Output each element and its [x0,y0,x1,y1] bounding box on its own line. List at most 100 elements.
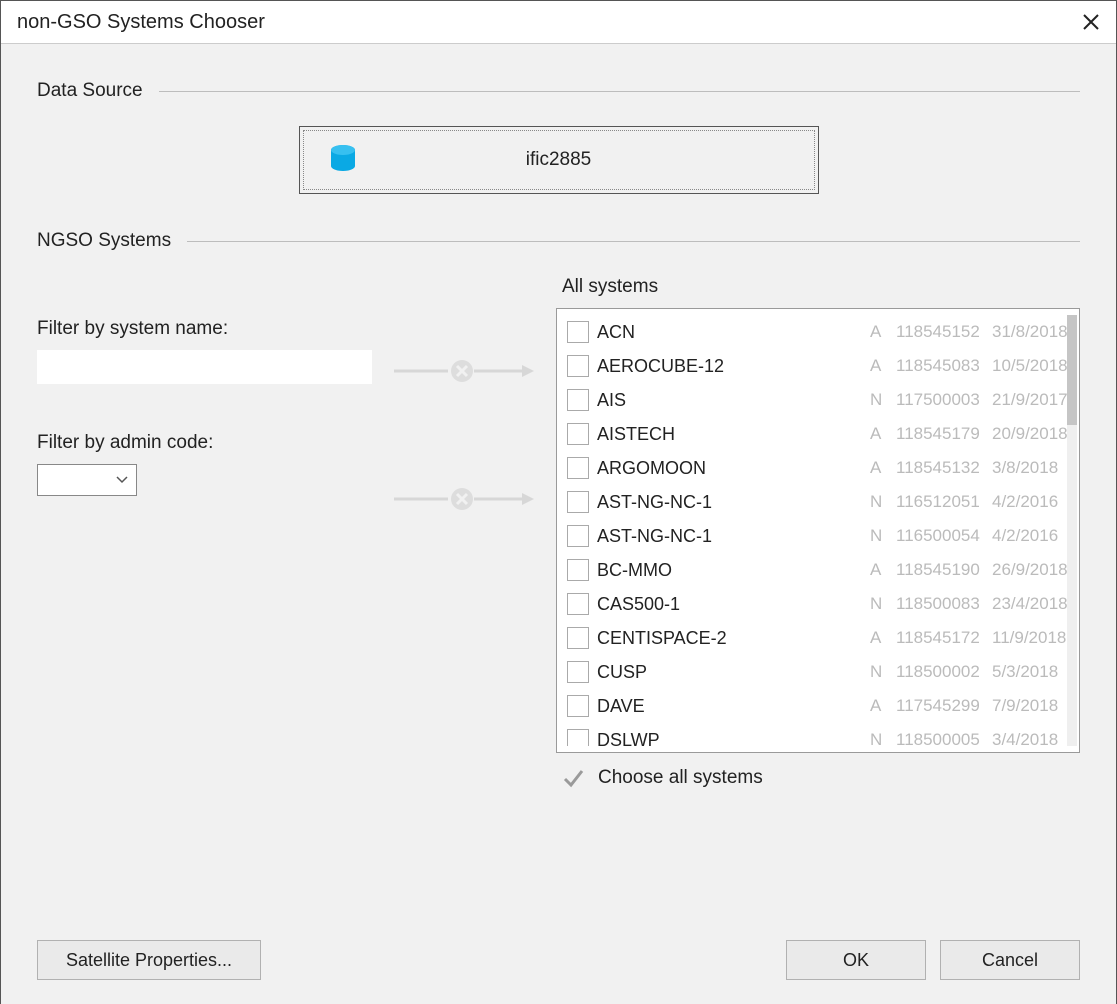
list-item[interactable]: AEROCUBE-12A11854508310/5/2018 [567,349,1078,383]
system-code: N [870,390,896,410]
checkbox[interactable] [567,423,589,445]
system-id: 116500054 [896,526,992,546]
checkbox[interactable] [567,695,589,717]
list-item[interactable]: ACNA11854515231/8/2018 [567,315,1078,349]
checkbox[interactable] [567,525,589,547]
list-item[interactable]: AISN11750000321/9/2017 [567,383,1078,417]
system-code: N [870,526,896,546]
checkbox[interactable] [567,593,589,615]
system-id: 118545083 [896,356,992,376]
checkbox[interactable] [567,559,589,581]
system-id: 118545132 [896,458,992,478]
checkbox[interactable] [567,491,589,513]
scrollbar-thumb[interactable] [1067,315,1077,425]
system-date: 3/4/2018 [992,730,1078,746]
window-title: non-GSO Systems Chooser [17,11,265,34]
all-systems-label: All systems [562,276,1080,298]
system-date: 11/9/2018 [992,628,1078,648]
list-item[interactable]: AISTECHA11854517920/9/2018 [567,417,1078,451]
chevron-down-icon [116,471,128,489]
section-ngso-label: NGSO Systems [37,230,171,252]
list-item[interactable]: CUSPN1185000025/3/2018 [567,655,1078,689]
system-id: 117500003 [896,390,992,410]
system-name: AIS [597,390,870,411]
system-date: 7/9/2018 [992,696,1078,716]
close-icon[interactable] [1082,13,1100,31]
checkbox[interactable] [567,389,589,411]
system-id: 118500002 [896,662,992,682]
systems-listbox: ACNA11854515231/8/2018AEROCUBE-12A118545… [556,308,1080,753]
system-date: 4/2/2016 [992,492,1078,512]
choose-all-label: Choose all systems [598,767,763,789]
list-item[interactable]: DAVEA1175452997/9/2018 [567,689,1078,723]
system-code: A [870,322,896,342]
apply-name-filter[interactable] [394,354,534,388]
cancel-button[interactable]: Cancel [940,940,1080,980]
system-name: DSLWP [597,730,870,747]
system-date: 3/8/2018 [992,458,1078,478]
system-name: DAVE [597,696,870,717]
system-date: 23/4/2018 [992,594,1078,614]
list-item[interactable]: ARGOMOONA1185451323/8/2018 [567,451,1078,485]
system-code: A [870,560,896,580]
system-code: N [870,662,896,682]
checkbox[interactable] [567,729,589,746]
satellite-properties-button[interactable]: Satellite Properties... [37,940,261,980]
system-id: 118545190 [896,560,992,580]
system-date: 4/2/2016 [992,526,1078,546]
system-date: 21/9/2017 [992,390,1078,410]
ok-button[interactable]: OK [786,940,926,980]
system-name: CAS500-1 [597,594,870,615]
database-icon [330,145,356,175]
system-code: N [870,492,896,512]
scrollbar[interactable] [1067,315,1077,746]
system-date: 5/3/2018 [992,662,1078,682]
list-item[interactable]: BC-MMOA11854519026/9/2018 [567,553,1078,587]
titlebar: non-GSO Systems Chooser [1,1,1116,44]
system-code: A [870,356,896,376]
system-date: 20/9/2018 [992,424,1078,444]
system-date: 26/9/2018 [992,560,1078,580]
system-code: A [870,424,896,444]
system-id: 117545299 [896,696,992,716]
system-code: A [870,458,896,478]
system-date: 10/5/2018 [992,356,1078,376]
system-id: 116512051 [896,492,992,512]
system-id: 118500083 [896,594,992,614]
system-name: AISTECH [597,424,870,445]
checkbox[interactable] [567,321,589,343]
data-source-button[interactable]: ific2885 [299,126,819,194]
checkbox[interactable] [567,457,589,479]
list-item[interactable]: CENTISPACE-2A11854517211/9/2018 [567,621,1078,655]
filter-name-label: Filter by system name: [37,318,372,340]
filter-name-input[interactable] [37,350,372,384]
system-name: ACN [597,322,870,343]
checkbox[interactable] [567,661,589,683]
choose-all-systems[interactable]: Choose all systems [562,767,1080,789]
system-name: AEROCUBE-12 [597,356,870,377]
filter-admin-select[interactable] [37,464,137,496]
system-name: AST-NG-NC-1 [597,526,870,547]
divider [187,241,1080,242]
section-data-source-label: Data Source [37,80,143,102]
apply-admin-filter[interactable] [394,482,534,516]
system-name: CUSP [597,662,870,683]
system-date: 31/8/2018 [992,322,1078,342]
list-item[interactable]: AST-NG-NC-1N1165000544/2/2016 [567,519,1078,553]
system-name: BC-MMO [597,560,870,581]
system-name: ARGOMOON [597,458,870,479]
system-id: 118545172 [896,628,992,648]
checkbox[interactable] [567,627,589,649]
system-name: CENTISPACE-2 [597,628,870,649]
filter-admin-label: Filter by admin code: [37,432,372,454]
list-item[interactable]: AST-NG-NC-1N1165120514/2/2016 [567,485,1078,519]
system-code: A [870,628,896,648]
divider [159,91,1080,92]
system-name: AST-NG-NC-1 [597,492,870,513]
system-id: 118545179 [896,424,992,444]
list-item[interactable]: CAS500-1N11850008323/4/2018 [567,587,1078,621]
list-item[interactable]: DSLWPN1185000053/4/2018 [567,723,1078,746]
system-code: N [870,594,896,614]
check-icon [562,767,584,789]
checkbox[interactable] [567,355,589,377]
